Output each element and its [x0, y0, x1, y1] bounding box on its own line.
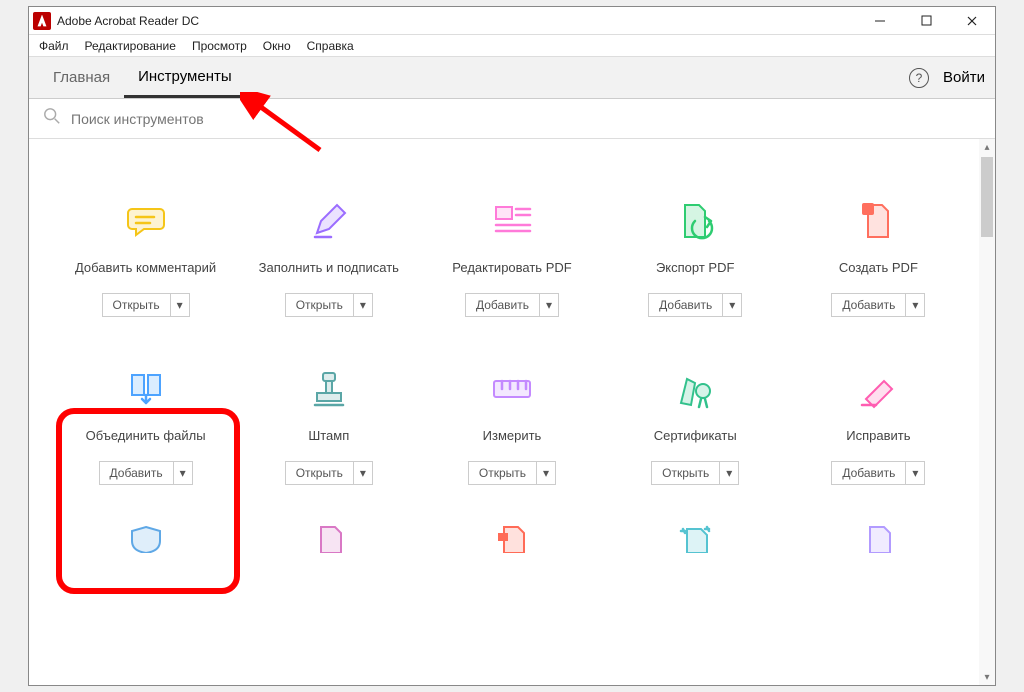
tool-export: Экспорт PDF Добавить▾	[609, 199, 782, 317]
searchbar	[29, 99, 995, 139]
peek-sparkle-icon	[609, 505, 782, 553]
app-icon	[33, 12, 51, 30]
tool-label: Экспорт PDF	[656, 253, 734, 283]
tool-action-button[interactable]: Открыть▾	[468, 461, 556, 485]
dropdown-icon[interactable]: ▾	[906, 462, 924, 484]
tool-label: Заполнить и подписать	[259, 253, 399, 283]
tool-action-label[interactable]: Открыть	[286, 462, 354, 484]
close-button[interactable]	[949, 7, 995, 35]
menu-edit[interactable]: Редактирование	[79, 37, 182, 55]
dropdown-icon[interactable]: ▾	[537, 462, 555, 484]
cert-icon	[673, 367, 717, 411]
stamp-icon	[307, 367, 351, 411]
tool-action-label[interactable]: Открыть	[103, 294, 171, 316]
scroll-thumb[interactable]	[981, 157, 993, 237]
tool-pen: Заполнить и подписать Открыть▾	[242, 199, 415, 317]
maximize-button[interactable]	[903, 7, 949, 35]
export-icon	[673, 199, 717, 243]
tool-action-label[interactable]: Открыть	[469, 462, 537, 484]
tabbar: Главная Инструменты ? Войти	[29, 57, 995, 99]
tool-stamp: Штамп Открыть▾	[242, 367, 415, 485]
peek-page2-icon	[425, 505, 598, 553]
tool-action-button[interactable]: Открыть▾	[285, 461, 373, 485]
tool-redact: Исправить Добавить▾	[792, 367, 965, 485]
measure-icon	[490, 367, 534, 411]
tool-action-button[interactable]: Добавить▾	[99, 461, 193, 485]
redact-icon	[856, 367, 900, 411]
dropdown-icon[interactable]: ▾	[720, 462, 738, 484]
help-icon[interactable]: ?	[909, 68, 929, 88]
tool-action-label[interactable]: Добавить	[832, 462, 906, 484]
window-controls	[857, 7, 995, 35]
tool-action-label[interactable]: Добавить	[100, 462, 174, 484]
tool-action-button[interactable]: Открыть▾	[285, 293, 373, 317]
window-title: Adobe Acrobat Reader DC	[57, 14, 857, 28]
create-icon	[856, 199, 900, 243]
combine-icon	[124, 367, 168, 411]
tool-label: Создать PDF	[839, 253, 918, 283]
tools-content: Добавить комментарийОткрыть▾Заполнить и …	[29, 139, 995, 685]
tool-measure: Измерить Открыть▾	[425, 367, 598, 485]
dropdown-icon[interactable]: ▾	[174, 462, 192, 484]
tool-action-label[interactable]: Добавить	[649, 294, 723, 316]
dropdown-icon[interactable]: ▾	[723, 294, 741, 316]
scroll-down-arrow[interactable]: ▾	[979, 669, 995, 685]
titlebar: Adobe Acrobat Reader DC	[29, 7, 995, 35]
signin-button[interactable]: Войти	[943, 69, 985, 86]
tool-action-button[interactable]: Добавить▾	[831, 293, 925, 317]
menu-window[interactable]: Окно	[257, 37, 297, 55]
tab-tools[interactable]: Инструменты	[124, 57, 246, 98]
tool-create: Создать PDF Добавить▾	[792, 199, 965, 317]
tool-combine: Объединить файлы Добавить▾	[59, 367, 232, 485]
search-icon	[43, 107, 61, 130]
peek-page3-icon	[792, 505, 965, 553]
menu-help[interactable]: Справка	[301, 37, 360, 55]
search-input[interactable]	[71, 111, 995, 127]
dropdown-icon[interactable]: ▾	[171, 294, 189, 316]
tool-action-button[interactable]: Добавить▾	[648, 293, 742, 317]
tool-label: Измерить	[483, 421, 542, 451]
tool-action-button[interactable]: Открыть▾	[651, 461, 739, 485]
tool-label: Исправить	[846, 421, 910, 451]
menubar: Файл Редактирование Просмотр Окно Справк…	[29, 35, 995, 57]
tab-home[interactable]: Главная	[39, 57, 124, 98]
menu-file[interactable]: Файл	[33, 37, 75, 55]
dropdown-icon[interactable]: ▾	[354, 462, 372, 484]
peek-shield-icon	[59, 505, 232, 553]
tool-label: Штамп	[308, 421, 349, 451]
scrollbar[interactable]: ▴ ▾	[979, 139, 995, 685]
tool-label: Редактировать PDF	[452, 253, 571, 283]
edit-icon	[490, 199, 534, 243]
dropdown-icon[interactable]: ▾	[906, 294, 924, 316]
dropdown-icon[interactable]: ▾	[354, 294, 372, 316]
tool-action-button[interactable]: Добавить▾	[465, 293, 559, 317]
tool-action-label[interactable]: Добавить	[832, 294, 906, 316]
app-window: Adobe Acrobat Reader DC Файл Редактирова…	[28, 6, 996, 686]
tool-cert: Сертификаты Открыть▾	[609, 367, 782, 485]
peek-page-icon	[242, 505, 415, 553]
dropdown-icon[interactable]: ▾	[540, 294, 558, 316]
comment-icon	[124, 199, 168, 243]
minimize-button[interactable]	[857, 7, 903, 35]
scroll-up-arrow[interactable]: ▴	[979, 139, 995, 155]
tool-action-label[interactable]: Открыть	[286, 294, 354, 316]
tool-label: Объединить файлы	[86, 421, 206, 451]
tool-action-label[interactable]: Открыть	[652, 462, 720, 484]
pen-icon	[307, 199, 351, 243]
tool-comment: Добавить комментарий Открыть▾	[59, 199, 232, 317]
tool-action-button[interactable]: Добавить▾	[831, 461, 925, 485]
menu-view[interactable]: Просмотр	[186, 37, 253, 55]
tool-label: Добавить комментарий	[75, 253, 216, 283]
tool-action-label[interactable]: Добавить	[466, 294, 540, 316]
tool-action-button[interactable]: Открыть▾	[102, 293, 190, 317]
tool-label: Сертификаты	[654, 421, 737, 451]
tool-edit: Редактировать PDF Добавить▾	[425, 199, 598, 317]
